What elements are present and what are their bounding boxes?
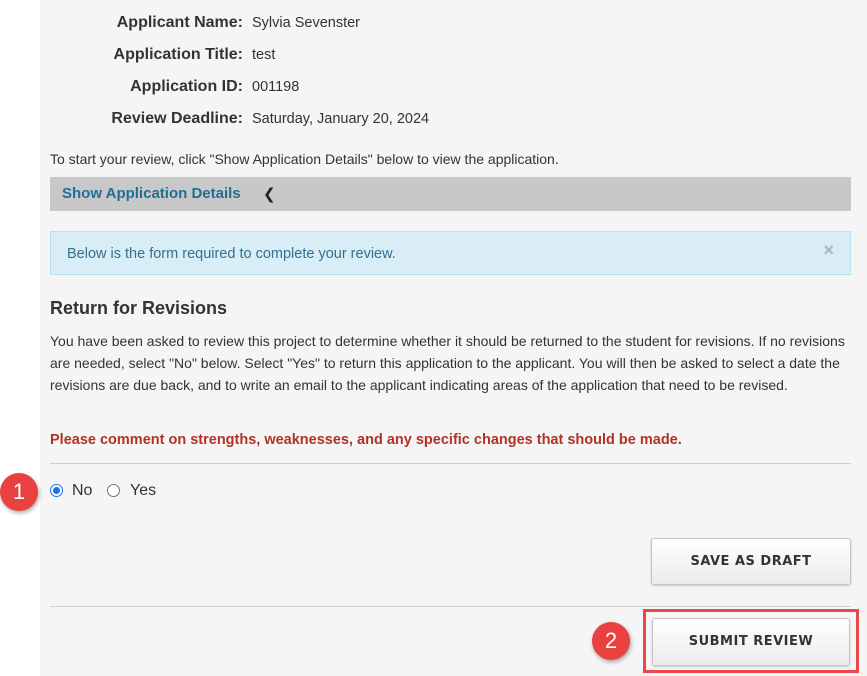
applicant-name-row: Applicant Name: Sylvia Sevenster bbox=[40, 14, 640, 36]
radio-yes[interactable] bbox=[107, 484, 120, 497]
radio-no[interactable] bbox=[50, 484, 63, 497]
submit-review-button[interactable]: SUBMIT REVIEW bbox=[652, 618, 850, 666]
divider bbox=[50, 463, 851, 464]
review-deadline-value: Saturday, January 20, 2024 bbox=[252, 111, 430, 127]
info-alert: Below is the form required to complete y… bbox=[50, 231, 851, 275]
alert-message: Below is the form required to complete y… bbox=[67, 246, 396, 262]
show-application-details-link[interactable]: Show Application Details bbox=[62, 185, 241, 202]
close-icon[interactable]: × bbox=[823, 240, 834, 261]
divider bbox=[50, 606, 851, 607]
review-deadline-row: Review Deadline: Saturday, January 20, 2… bbox=[40, 110, 640, 132]
review-panel: Applicant Name: Sylvia Sevenster Applica… bbox=[40, 0, 867, 676]
application-id-row: Application ID: 001198 bbox=[40, 78, 640, 100]
application-title-value: test bbox=[252, 47, 276, 63]
comment-warning: Please comment on strengths, weaknesses,… bbox=[50, 432, 682, 448]
show-application-details-toggle[interactable]: Show Application Details ❮ bbox=[50, 177, 851, 211]
application-id-value: 001198 bbox=[252, 79, 300, 95]
intro-text: To start your review, click "Show Applic… bbox=[50, 151, 559, 167]
section-instructions: You have been asked to review this proje… bbox=[50, 333, 845, 393]
step-2-marker: 2 bbox=[592, 622, 630, 660]
chevron-left-icon: ❮ bbox=[263, 186, 276, 203]
step-1-marker: 1 bbox=[0, 473, 38, 511]
radio-no-label[interactable]: No bbox=[72, 482, 92, 500]
applicant-name-value: Sylvia Sevenster bbox=[252, 15, 360, 31]
application-title-row: Application Title: test bbox=[40, 46, 640, 68]
review-deadline-label: Review Deadline: bbox=[111, 110, 243, 127]
application-title-label: Application Title: bbox=[113, 46, 243, 63]
application-id-label: Application ID: bbox=[130, 78, 243, 95]
applicant-name-label: Applicant Name: bbox=[116, 14, 243, 31]
section-title: Return for Revisions bbox=[50, 298, 228, 318]
radio-yes-label[interactable]: Yes bbox=[130, 482, 156, 500]
save-as-draft-button[interactable]: SAVE AS DRAFT bbox=[651, 538, 851, 585]
